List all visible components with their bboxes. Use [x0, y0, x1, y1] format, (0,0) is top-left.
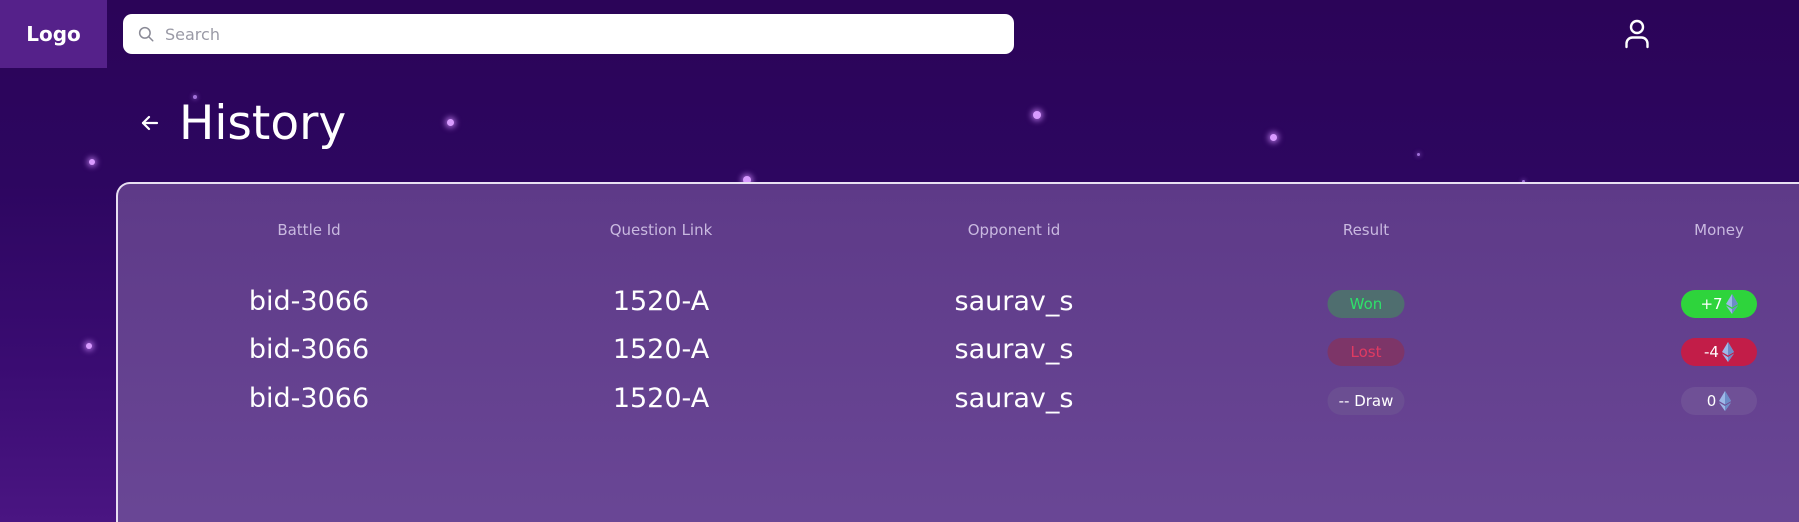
sparkle [1270, 134, 1277, 141]
money-badge: +7 [1681, 290, 1757, 318]
arrow-left-icon [141, 115, 159, 131]
sparkle [1033, 111, 1041, 119]
search-input[interactable] [165, 19, 985, 49]
column-header-money: Money [1694, 221, 1744, 239]
sparkle [89, 159, 95, 165]
opponent-id-cell: saurav_s [954, 334, 1074, 365]
result-badge-won: Won [1327, 290, 1405, 318]
question-link[interactable]: 1520-A [613, 286, 709, 317]
ethereum-icon [1719, 391, 1732, 411]
battle-id-cell: bid-3066 [248, 383, 370, 414]
money-badge: -4 [1681, 338, 1757, 366]
money-amount: +7 [1700, 295, 1723, 313]
ethereum-icon [1725, 294, 1738, 314]
column-header-battle-id: Battle Id [277, 221, 341, 239]
column-header-question-link: Question Link [609, 221, 713, 239]
search-icon [138, 26, 154, 42]
battle-id-cell: bid-3066 [248, 334, 370, 365]
page-title: History [179, 96, 347, 151]
money-amount: -4 [1704, 343, 1719, 361]
back-button[interactable] [137, 110, 163, 136]
question-link[interactable]: 1520-A [613, 334, 709, 365]
money-amount: 0 [1706, 392, 1717, 410]
user-icon [1625, 19, 1649, 49]
search-bar[interactable] [123, 14, 1014, 54]
user-profile-button[interactable] [1620, 16, 1654, 52]
column-header-opponent-id: Opponent id [967, 221, 1061, 239]
logo[interactable]: Logo [0, 0, 107, 68]
column-header-result: Result [1342, 221, 1390, 239]
sparkle [1417, 153, 1420, 156]
opponent-id-cell: saurav_s [954, 383, 1074, 414]
money-badge: 0 [1681, 387, 1757, 415]
battle-id-cell: bid-3066 [248, 286, 370, 317]
opponent-id-cell: saurav_s [954, 286, 1074, 317]
ethereum-icon [1721, 342, 1734, 362]
sparkle [447, 119, 454, 126]
result-badge-draw: -- Draw [1327, 387, 1405, 415]
sparkle [86, 343, 92, 349]
result-badge-lost: Lost [1327, 338, 1405, 366]
question-link[interactable]: 1520-A [613, 383, 709, 414]
